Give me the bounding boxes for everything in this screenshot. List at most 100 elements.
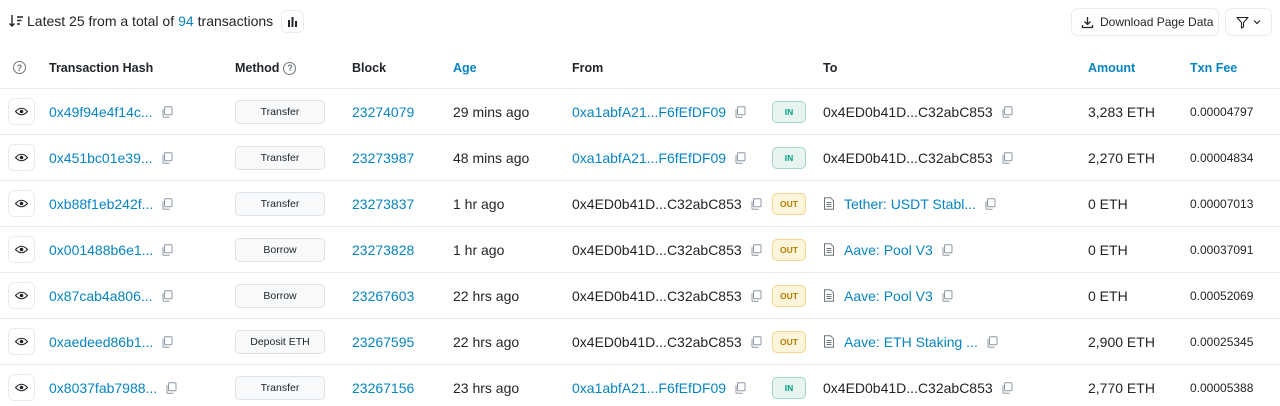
transaction-hash-link[interactable]: 0xb88f1eb242f... — [49, 196, 153, 212]
view-details-button[interactable] — [8, 374, 35, 401]
copy-icon[interactable] — [161, 335, 173, 348]
copy-icon[interactable] — [1001, 151, 1013, 164]
block-link[interactable]: 23273828 — [352, 242, 414, 258]
eye-icon — [15, 107, 28, 116]
hash-cell: 0x001488b6e1... — [49, 227, 173, 272]
txn-fee-cell: 0.00037091 — [1190, 242, 1254, 257]
total-count[interactable]: 94 — [178, 13, 194, 29]
filter-icon — [1236, 16, 1249, 29]
copy-icon[interactable] — [161, 105, 173, 118]
copy-icon[interactable] — [750, 335, 762, 348]
chart-toggle-button[interactable] — [281, 10, 304, 33]
block-link[interactable]: 23267156 — [352, 380, 414, 396]
transaction-hash-link[interactable]: 0x451bc01e39... — [49, 150, 153, 166]
to-contract-link[interactable]: Tether: USDT Stabl... — [844, 196, 976, 212]
copy-icon[interactable] — [941, 243, 953, 256]
hash-cell: 0xb88f1eb242f... — [49, 181, 173, 226]
table-toolbar: Latest 25 from a total of 94 transaction… — [0, 0, 1280, 44]
copy-icon[interactable] — [750, 289, 762, 302]
direction-badge: OUT — [772, 331, 806, 353]
block-cell: 23273828 — [352, 227, 414, 272]
from-address-link[interactable]: 0xa1abfA21...F6fEfDF09 — [572, 380, 726, 396]
copy-icon[interactable] — [161, 151, 173, 164]
transaction-hash-link[interactable]: 0xaedeed86b1... — [49, 334, 153, 350]
view-details-button[interactable] — [8, 190, 35, 217]
table-header: ? Transaction Hash Method ? Block Age Fr… — [0, 44, 1280, 89]
copy-icon[interactable] — [734, 151, 746, 164]
to-contract-link[interactable]: Aave: Pool V3 — [844, 242, 933, 258]
block-cell: 23267603 — [352, 273, 414, 318]
amount-cell: 2,900 ETH — [1088, 333, 1155, 350]
block-link[interactable]: 23267595 — [352, 334, 414, 350]
copy-icon[interactable] — [941, 289, 953, 302]
copy-icon[interactable] — [161, 289, 173, 302]
download-page-data-button[interactable]: Download Page Data — [1071, 8, 1219, 36]
column-header-from: From — [572, 61, 604, 75]
hash-cell: 0xaedeed86b1... — [49, 319, 173, 364]
view-details-button[interactable] — [8, 236, 35, 263]
from-address-link[interactable]: 0xa1abfA21...F6fEfDF09 — [572, 104, 726, 120]
view-details-button[interactable] — [8, 144, 35, 171]
filter-button[interactable] — [1225, 8, 1272, 36]
method-badge: Deposit ETH — [235, 330, 325, 354]
contract-icon — [824, 243, 834, 256]
to-cell: 0x4ED0b41D...C32abC853 — [823, 89, 1013, 134]
copy-icon[interactable] — [1001, 105, 1013, 118]
block-cell: 23273837 — [352, 181, 414, 226]
copy-icon[interactable] — [734, 105, 746, 118]
copy-icon[interactable] — [161, 197, 173, 210]
age-cell: 22 hrs ago — [453, 333, 520, 350]
eye-icon — [15, 245, 28, 254]
amount-cell: 2,770 ETH — [1088, 379, 1155, 396]
transaction-hash-link[interactable]: 0x8037fab7988... — [49, 380, 157, 396]
column-header-fee[interactable]: Txn Fee — [1190, 61, 1237, 75]
hash-cell: 0x8037fab7988... — [49, 365, 177, 406]
transaction-hash-link[interactable]: 0x87cab4a806... — [49, 288, 153, 304]
copy-icon[interactable] — [165, 381, 177, 394]
copy-icon[interactable] — [986, 335, 998, 348]
table-row: 0x87cab4a806... Borrow 23267603 22 hrs a… — [0, 273, 1280, 319]
view-details-button[interactable] — [8, 98, 35, 125]
copy-icon[interactable] — [161, 243, 173, 256]
transaction-hash-link[interactable]: 0x001488b6e1... — [49, 242, 153, 258]
block-link[interactable]: 23273987 — [352, 150, 414, 166]
to-cell: 0x4ED0b41D...C32abC853 — [823, 135, 1013, 180]
copy-icon[interactable] — [1001, 381, 1013, 394]
method-badge: Transfer — [235, 146, 325, 170]
from-address-link[interactable]: 0xa1abfA21...F6fEfDF09 — [572, 150, 726, 166]
info-column-header[interactable]: ? — [13, 61, 26, 74]
copy-icon[interactable] — [750, 243, 762, 256]
eye-icon — [15, 337, 28, 346]
contract-icon — [824, 335, 834, 348]
copy-icon[interactable] — [984, 197, 996, 210]
block-link[interactable]: 23273837 — [352, 196, 414, 212]
txn-fee-cell: 0.00025345 — [1190, 334, 1254, 349]
to-cell: Aave: Pool V3 — [823, 227, 953, 272]
transaction-hash-link[interactable]: 0x49f94e4f14c... — [49, 104, 153, 120]
help-icon[interactable]: ? — [283, 61, 297, 75]
from-address: 0x4ED0b41D...C32abC853 — [572, 333, 742, 350]
txn-fee-cell: 0.00004834 — [1190, 150, 1254, 165]
amount-cell: 0 ETH — [1088, 195, 1128, 212]
copy-icon[interactable] — [734, 381, 746, 394]
block-link[interactable]: 23267603 — [352, 288, 414, 304]
method-badge: Borrow — [235, 238, 325, 262]
view-details-button[interactable] — [8, 328, 35, 355]
to-contract-link[interactable]: Aave: ETH Staking ... — [844, 334, 978, 350]
table-row: 0xaedeed86b1... Deposit ETH 23267595 22 … — [0, 319, 1280, 365]
column-header-age[interactable]: Age — [453, 61, 477, 75]
age-cell: 23 hrs ago — [453, 379, 520, 396]
direction-badge: IN — [772, 377, 806, 399]
from-cell: 0xa1abfA21...F6fEfDF09 — [572, 89, 746, 134]
view-details-button[interactable] — [8, 282, 35, 309]
bar-chart-icon — [288, 17, 297, 27]
copy-icon[interactable] — [750, 197, 762, 210]
column-header-block: Block — [352, 61, 387, 75]
column-header-amount[interactable]: Amount — [1088, 61, 1135, 75]
eye-icon — [15, 383, 28, 392]
to-contract-link[interactable]: Aave: Pool V3 — [844, 288, 933, 304]
to-cell: Tether: USDT Stabl... — [823, 181, 996, 226]
from-address: 0x4ED0b41D...C32abC853 — [572, 195, 742, 212]
column-header-hash: Transaction Hash — [49, 61, 154, 75]
block-link[interactable]: 23274079 — [352, 104, 414, 120]
